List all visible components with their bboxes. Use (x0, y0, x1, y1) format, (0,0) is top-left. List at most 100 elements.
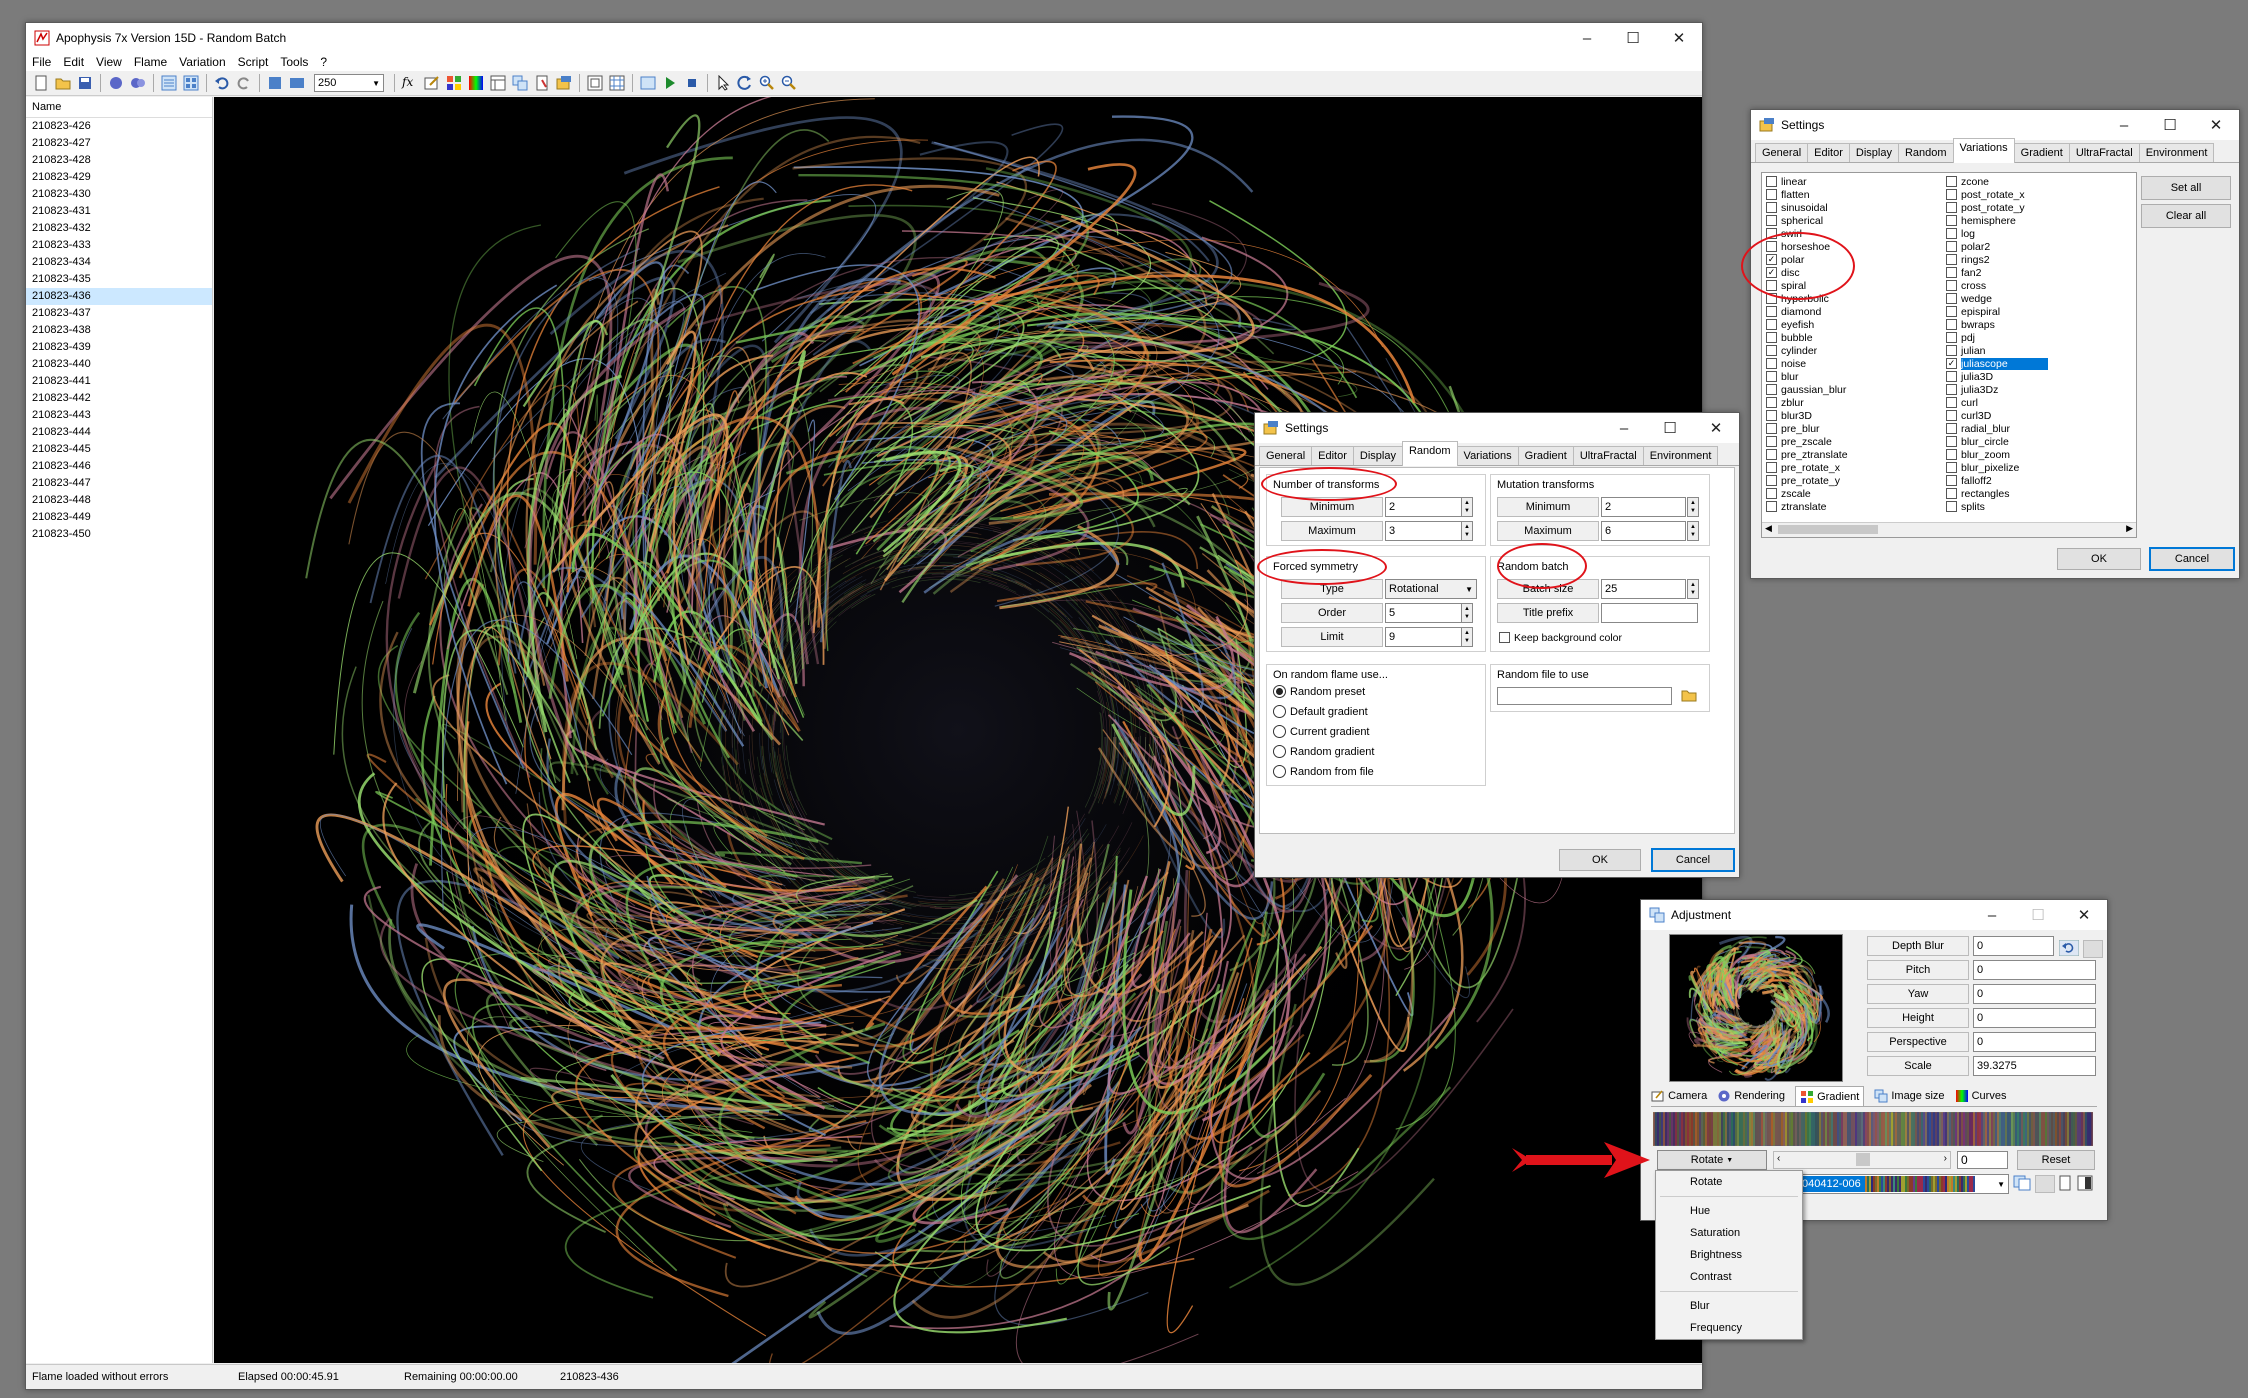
batch-size-input[interactable]: 25 (1601, 579, 1686, 599)
full-screen-icon[interactable] (267, 75, 283, 91)
render-all-icon[interactable] (130, 75, 146, 91)
rotate-icon[interactable] (737, 75, 753, 91)
rotate-dropdown-button[interactable]: Rotate ▼ (1657, 1150, 1767, 1170)
settings-variations-cancel-button[interactable]: Cancel (2149, 547, 2235, 571)
gradient-editor-icon[interactable] (2077, 1175, 2093, 1191)
new-icon[interactable] (33, 75, 49, 91)
radio-random-preset[interactable]: Random preset (1273, 685, 1365, 698)
tab-variations[interactable]: Variations (1952, 138, 2015, 163)
variation-checkbox[interactable]: noise (1766, 357, 1936, 370)
list-item[interactable]: 210823-447 (26, 475, 212, 492)
menu-item-rotate[interactable]: Rotate (1656, 1171, 1802, 1193)
variation-checkbox[interactable]: pre_rotate_x (1766, 461, 1936, 474)
variation-checkbox[interactable]: curl3D (1946, 409, 2130, 422)
stop-icon[interactable] (684, 75, 700, 91)
settings-random-ok-button[interactable]: OK (1559, 849, 1641, 871)
title-prefix-input[interactable] (1601, 603, 1698, 623)
list-item[interactable]: 210823-432 (26, 220, 212, 237)
variation-checkbox[interactable]: blur_circle (1946, 435, 2130, 448)
tab-general[interactable]: General (1259, 446, 1313, 465)
variation-checkbox[interactable]: rings2 (1946, 253, 2130, 266)
list-item[interactable]: 210823-441 (26, 373, 212, 390)
redo-icon[interactable] (236, 75, 252, 91)
tab-ultrafractal[interactable]: UltraFractal (1572, 446, 1644, 465)
menu-help[interactable]: ? (320, 55, 327, 69)
tab-rendering[interactable]: Rendering (1717, 1086, 1785, 1106)
variation-checkbox[interactable]: zblur (1766, 396, 1936, 409)
copy-gradient-icon[interactable] (2013, 1175, 2031, 1191)
menu-flame[interactable]: Flame (134, 55, 167, 69)
list-item[interactable]: 210823-427 (26, 135, 212, 152)
variation-checkbox[interactable]: pre_zscale (1766, 435, 1936, 448)
list-item[interactable]: 210823-443 (26, 407, 212, 424)
save-icon[interactable] (77, 75, 93, 91)
maximize-button[interactable]: ☐ (1610, 23, 1656, 53)
variation-checkbox[interactable]: wedge (1946, 292, 2130, 305)
maximize-button[interactable]: ☐ (2147, 110, 2193, 140)
tab-editor[interactable]: Editor (1311, 446, 1354, 465)
menu-tools[interactable]: Tools (280, 55, 308, 69)
minimize-button[interactable]: – (2101, 110, 2147, 140)
radio-default-gradient[interactable]: Default gradient (1273, 705, 1368, 718)
clear-all-button[interactable]: Clear all (2141, 204, 2231, 228)
variation-checkbox[interactable]: julian (1946, 344, 2130, 357)
menu-item-blur[interactable]: Blur (1656, 1295, 1802, 1317)
variation-checkbox[interactable]: radial_blur (1946, 422, 2130, 435)
list-item[interactable]: 210823-431 (26, 203, 212, 220)
list-item[interactable]: 210823-434 (26, 254, 212, 271)
zoom-out-icon[interactable] (781, 75, 797, 91)
slider-right-icon[interactable]: › (1944, 1153, 1947, 1164)
variation-checkbox[interactable]: pre_ztranslate (1766, 448, 1936, 461)
tab-display[interactable]: Display (1848, 143, 1899, 162)
list-item[interactable]: 210823-449 (26, 509, 212, 526)
variation-checkbox[interactable]: blur_zoom (1946, 448, 2130, 461)
variation-checkbox[interactable]: hemisphere (1946, 214, 2130, 227)
variation-checkbox[interactable]: bubble (1766, 331, 1936, 344)
tab-gradient[interactable]: Gradient (2013, 143, 2070, 162)
list-item[interactable]: 210823-430 (26, 186, 212, 203)
symmetry-limit-input[interactable]: 9 (1385, 627, 1462, 647)
menu-script[interactable]: Script (238, 55, 269, 69)
variation-checkbox[interactable]: splits (1946, 500, 2130, 513)
adjust-field-input[interactable]: 0 (1973, 960, 2096, 980)
horizontal-scrollbar[interactable]: ◀ ▶ (1762, 522, 2136, 537)
tab-environment[interactable]: Environment (2138, 143, 2215, 162)
tab-gradient[interactable]: Gradient (1795, 1086, 1865, 1106)
scroll-right-icon[interactable]: ▶ (2126, 523, 2133, 534)
list-view-icon[interactable] (161, 75, 177, 91)
rotate-value-input[interactable]: 0 (1957, 1151, 2008, 1169)
open-icon[interactable] (55, 75, 71, 91)
list-item[interactable]: 210823-426 (26, 118, 212, 135)
batch-size-spinner[interactable]: ▲ ▼ (1687, 579, 1699, 599)
symmetry-order-spinner[interactable]: ▲ ▼ (1461, 603, 1473, 623)
script-icon[interactable] (534, 75, 550, 91)
quality-select[interactable]: 250 ▼ (314, 74, 384, 92)
list-item[interactable]: 210823-436 (26, 288, 212, 305)
variation-checkbox[interactable]: julia3D (1946, 370, 2130, 383)
min-transforms-spinner[interactable]: ▲ ▼ (1461, 497, 1473, 517)
max-mutation-spinner[interactable]: ▲ ▼ (1687, 521, 1699, 541)
variation-checkbox[interactable]: flatten (1766, 188, 1936, 201)
menu-file[interactable]: File (32, 55, 51, 69)
variation-checkbox[interactable]: pre_blur (1766, 422, 1936, 435)
tab-general[interactable]: General (1755, 143, 1809, 162)
gradient-preset-select[interactable]: 040412-006 ▼ (1797, 1174, 2009, 1194)
max-transforms-spinner[interactable]: ▲ ▼ (1461, 521, 1473, 541)
scroll-left-icon[interactable]: ◀ (1765, 523, 1772, 534)
variation-checkbox[interactable]: curl (1946, 396, 2130, 409)
minimize-button[interactable]: – (1601, 413, 1647, 443)
variation-checkbox[interactable]: epispiral (1946, 305, 2130, 318)
settings-variations-ok-button[interactable]: OK (2057, 548, 2141, 570)
adjust-icon[interactable] (512, 75, 528, 91)
tab-gradient[interactable]: Gradient (1517, 446, 1574, 465)
variation-checkbox[interactable]: zscale (1766, 487, 1936, 500)
play-icon[interactable] (662, 75, 678, 91)
variation-checkbox[interactable]: blur_pixelize (1946, 461, 2130, 474)
variation-checkbox[interactable]: fan2 (1946, 266, 2130, 279)
adjust-field-input[interactable]: 0 (1973, 1032, 2096, 1052)
minimize-button[interactable]: – (1969, 900, 2015, 930)
variation-checkbox[interactable]: bwraps (1946, 318, 2130, 331)
menu-item-frequency[interactable]: Frequency (1656, 1317, 1802, 1339)
keep-background-checkbox[interactable]: Keep background color (1499, 631, 1622, 644)
menu-item-hue[interactable]: Hue (1656, 1200, 1802, 1222)
